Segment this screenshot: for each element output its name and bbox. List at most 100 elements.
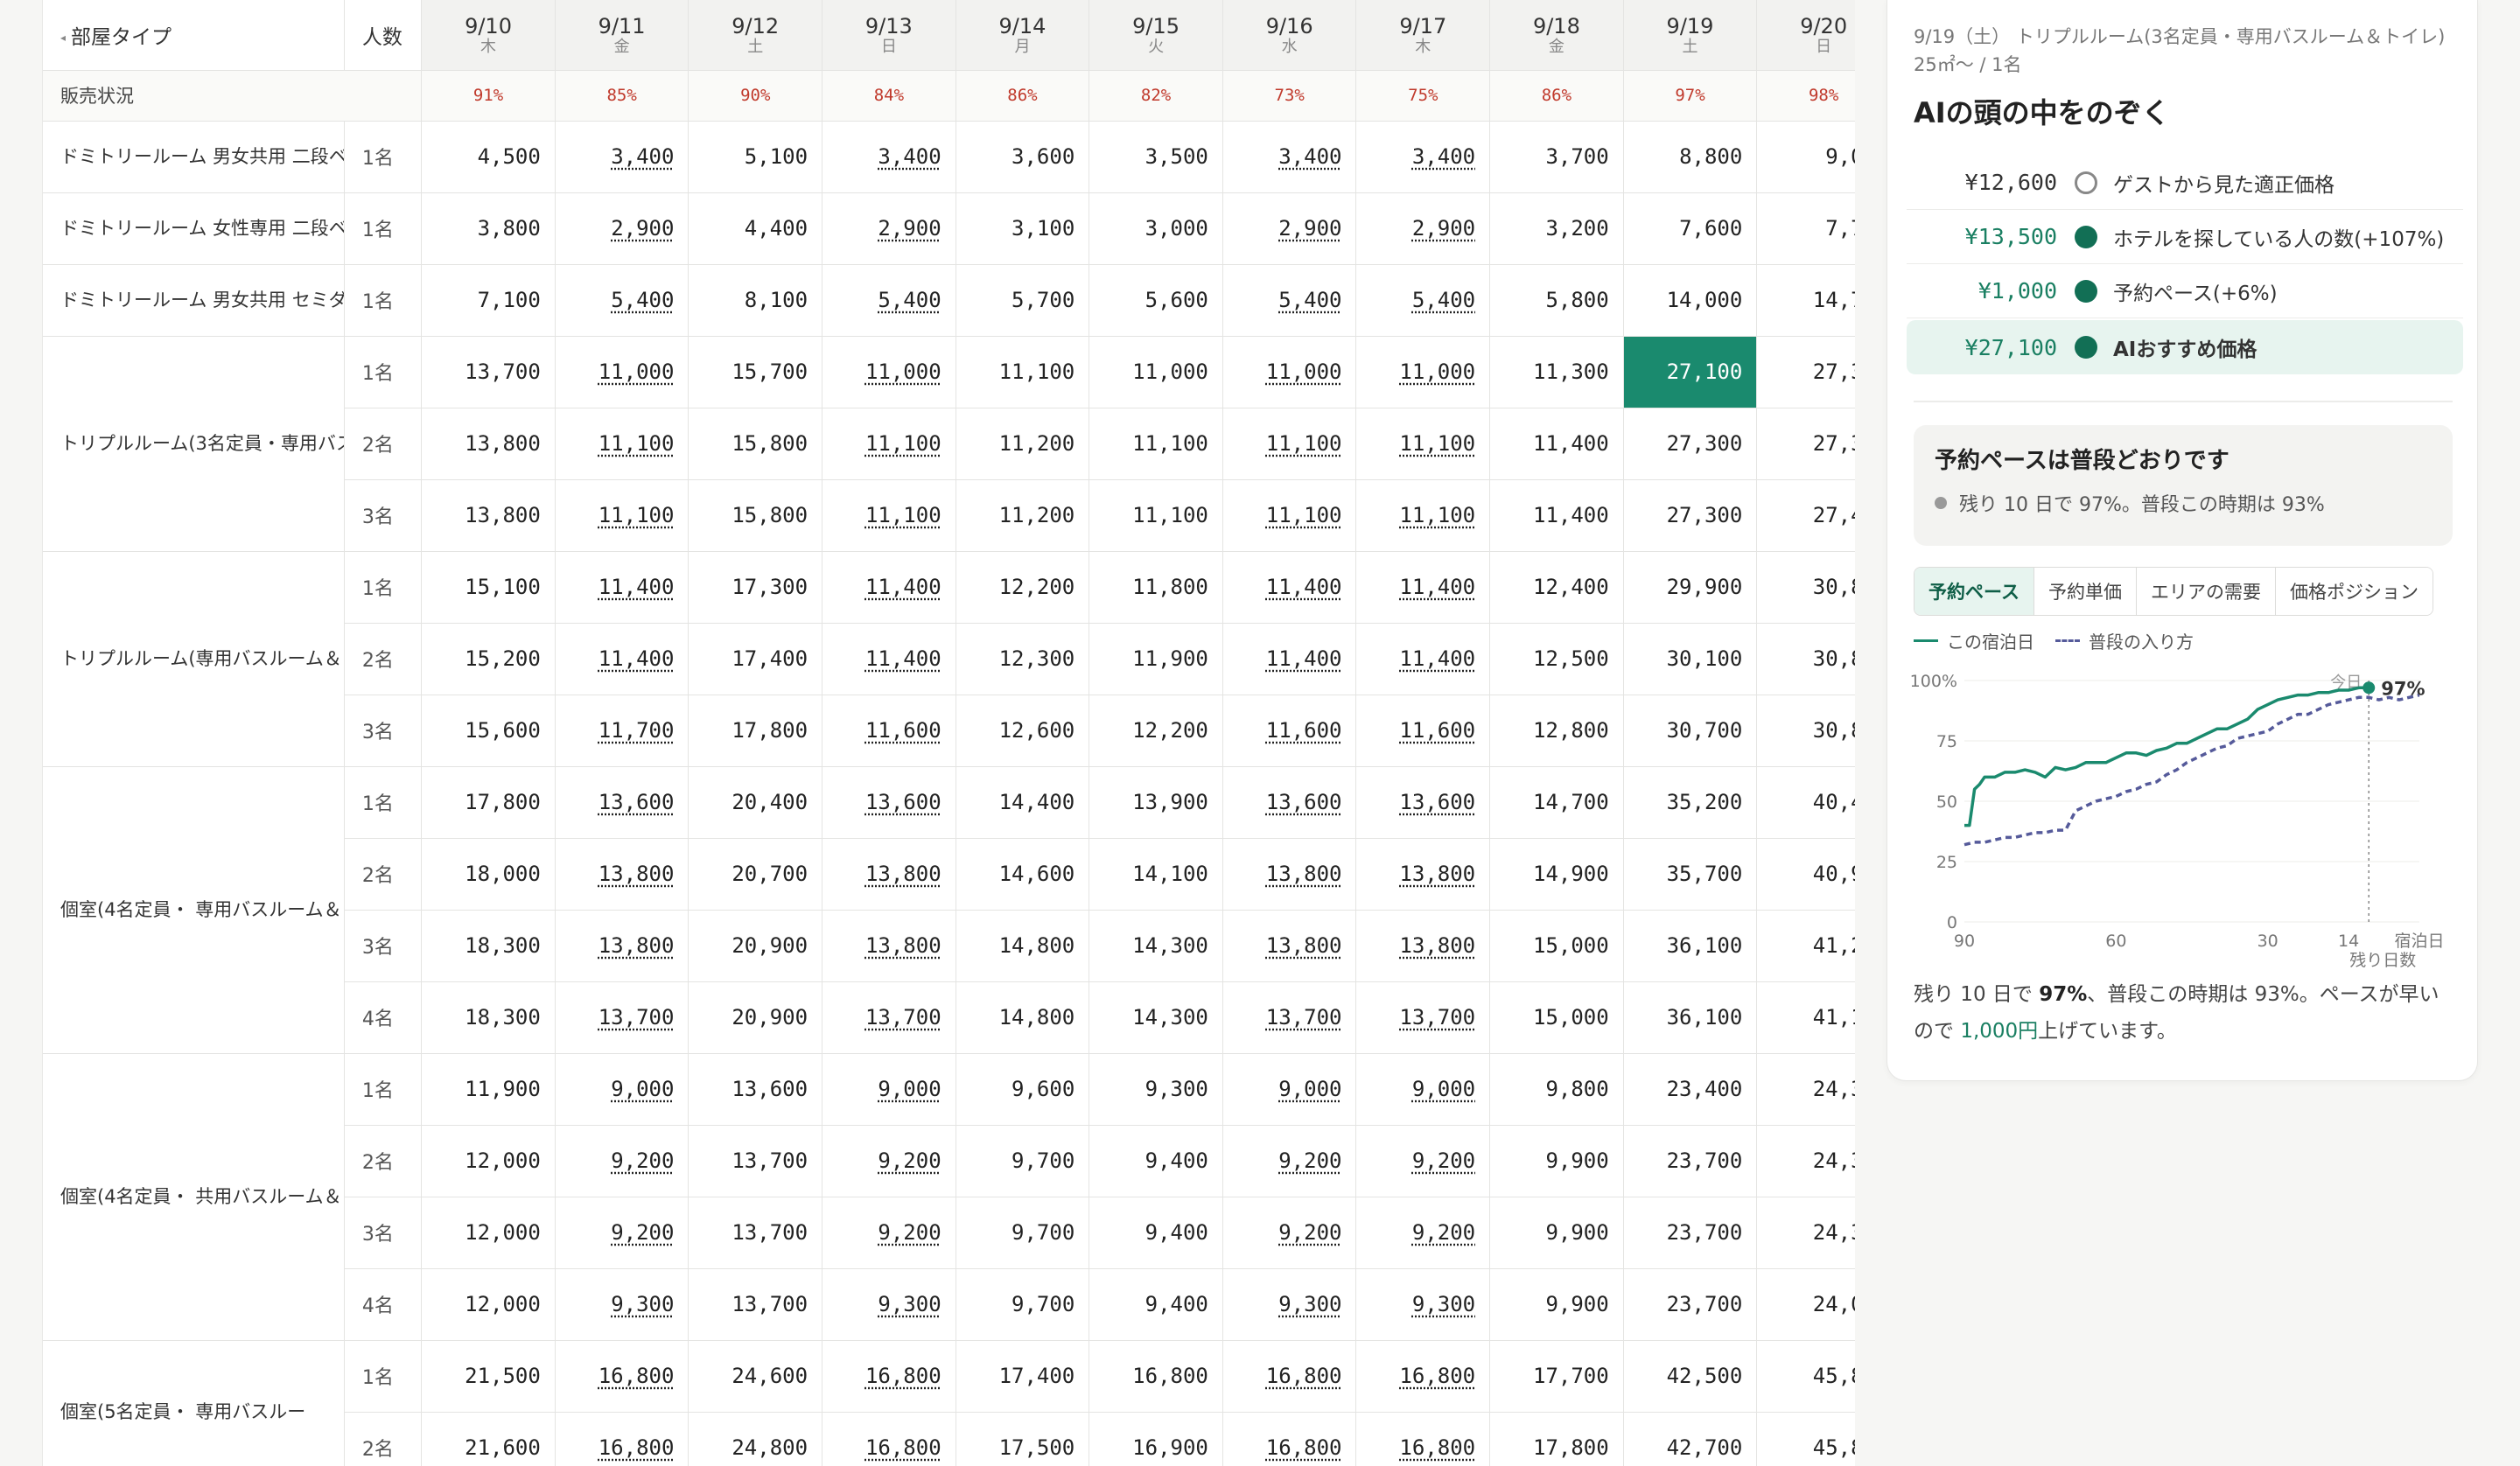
price-cell[interactable]: 24,30: [1756, 1125, 1855, 1197]
price-cell[interactable]: 9,600: [956, 1053, 1090, 1126]
price-cell[interactable]: 11,100: [1355, 408, 1491, 480]
price-cell[interactable]: 17,400: [688, 623, 823, 695]
price-cell[interactable]: 13,800: [1355, 910, 1491, 982]
price-cell[interactable]: 9,300: [555, 1268, 690, 1341]
price-cell[interactable]: 18,300: [421, 981, 556, 1054]
price-cell[interactable]: 24,00: [1756, 1268, 1855, 1341]
price-cell[interactable]: 40,40: [1756, 766, 1855, 839]
date-header[interactable]: 9/13 日: [822, 0, 956, 71]
price-cell[interactable]: 7,70: [1756, 192, 1855, 265]
tab-price-position[interactable]: 価格ポジション: [2275, 568, 2432, 615]
price-cell[interactable]: 7,600: [1623, 192, 1758, 265]
room-type-header[interactable]: ◂ 部屋タイプ: [43, 0, 345, 71]
price-cell[interactable]: 16,800: [555, 1412, 690, 1466]
price-cell[interactable]: 41,20: [1756, 910, 1855, 982]
price-cell[interactable]: 9,200: [1355, 1125, 1491, 1197]
price-cell[interactable]: 16,800: [822, 1340, 956, 1413]
price-cell[interactable]: 9,200: [1222, 1125, 1357, 1197]
price-cell[interactable]: 11,400: [822, 623, 956, 695]
price-cell[interactable]: 8,100: [688, 264, 823, 337]
price-cell[interactable]: 15,100: [421, 551, 556, 624]
price-cell[interactable]: 11,600: [822, 695, 956, 767]
price-cell[interactable]: 27,300: [1623, 479, 1758, 552]
price-cell[interactable]: 15,800: [688, 479, 823, 552]
price-cell[interactable]: 9,400: [1088, 1268, 1223, 1341]
price-cell[interactable]: 27,100: [1623, 336, 1758, 408]
price-cell[interactable]: 36,100: [1623, 981, 1758, 1054]
price-cell[interactable]: 12,800: [1489, 695, 1624, 767]
price-cell[interactable]: 3,200: [1489, 192, 1624, 265]
price-cell[interactable]: 21,600: [421, 1412, 556, 1466]
price-cell[interactable]: 3,400: [1222, 121, 1357, 193]
price-cell[interactable]: 11,200: [956, 479, 1090, 552]
price-cell[interactable]: 13,700: [688, 1268, 823, 1341]
price-cell[interactable]: 13,800: [421, 408, 556, 480]
price-cell[interactable]: 13,800: [555, 838, 690, 911]
price-cell[interactable]: 9,000: [1355, 1053, 1491, 1126]
price-cell[interactable]: 18,300: [421, 910, 556, 982]
price-cell[interactable]: 17,300: [688, 551, 823, 624]
price-cell[interactable]: 13,800: [1222, 838, 1357, 911]
price-cell[interactable]: 13,800: [1355, 838, 1491, 911]
price-cell[interactable]: 14,800: [956, 981, 1090, 1054]
price-cell[interactable]: 9,00: [1756, 121, 1855, 193]
price-cell[interactable]: 3,000: [1088, 192, 1223, 265]
price-cell[interactable]: 16,800: [1222, 1340, 1357, 1413]
date-header[interactable]: 9/15 火: [1088, 0, 1223, 71]
date-header[interactable]: 9/10 木: [421, 0, 556, 71]
price-cell[interactable]: 13,600: [555, 766, 690, 839]
price-cell[interactable]: 13,800: [822, 910, 956, 982]
price-cell[interactable]: 5,400: [1355, 264, 1491, 337]
price-cell[interactable]: 11,200: [956, 408, 1090, 480]
price-cell[interactable]: 11,400: [555, 551, 690, 624]
price-cell[interactable]: 13,800: [555, 910, 690, 982]
price-cell[interactable]: 12,200: [956, 551, 1090, 624]
price-cell[interactable]: 42,700: [1623, 1412, 1758, 1466]
price-cell[interactable]: 13,800: [1222, 910, 1357, 982]
date-header[interactable]: 9/11 金: [555, 0, 690, 71]
price-cell[interactable]: 9,900: [1489, 1268, 1624, 1341]
price-cell[interactable]: 17,700: [1489, 1340, 1624, 1413]
price-cell[interactable]: 13,700: [688, 1125, 823, 1197]
price-cell[interactable]: 27,40: [1756, 479, 1855, 552]
price-cell[interactable]: 9,300: [1222, 1268, 1357, 1341]
price-cell[interactable]: 11,100: [822, 408, 956, 480]
price-cell[interactable]: 13,700: [822, 981, 956, 1054]
price-cell[interactable]: 12,300: [956, 623, 1090, 695]
price-cell[interactable]: 16,800: [822, 1412, 956, 1466]
price-cell[interactable]: 13,700: [421, 336, 556, 408]
price-cell[interactable]: 9,300: [1088, 1053, 1223, 1126]
price-cell[interactable]: 36,100: [1623, 910, 1758, 982]
price-cell[interactable]: 12,400: [1489, 551, 1624, 624]
price-cell[interactable]: 11,400: [1489, 479, 1624, 552]
price-cell[interactable]: 5,400: [555, 264, 690, 337]
price-cell[interactable]: 4,500: [421, 121, 556, 193]
price-cell[interactable]: 17,500: [956, 1412, 1090, 1466]
price-cell[interactable]: 5,400: [1222, 264, 1357, 337]
date-header[interactable]: 9/18 金: [1489, 0, 1624, 71]
price-cell[interactable]: 11,400: [555, 623, 690, 695]
price-cell[interactable]: 35,700: [1623, 838, 1758, 911]
price-cell[interactable]: 15,000: [1489, 910, 1624, 982]
price-cell[interactable]: 16,900: [1088, 1412, 1223, 1466]
price-cell[interactable]: 14,700: [1489, 766, 1624, 839]
price-cell[interactable]: 16,800: [1355, 1340, 1491, 1413]
price-cell[interactable]: 12,000: [421, 1125, 556, 1197]
price-cell[interactable]: 11,600: [1355, 695, 1491, 767]
price-cell[interactable]: 2,900: [555, 192, 690, 265]
price-cell[interactable]: 11,100: [956, 336, 1090, 408]
price-cell[interactable]: 3,700: [1489, 121, 1624, 193]
price-cell[interactable]: 15,000: [1489, 981, 1624, 1054]
price-cell[interactable]: 3,400: [822, 121, 956, 193]
price-cell[interactable]: 9,200: [1222, 1197, 1357, 1269]
price-cell[interactable]: 13,600: [1222, 766, 1357, 839]
price-cell[interactable]: 11,100: [1222, 479, 1357, 552]
price-cell[interactable]: 20,700: [688, 838, 823, 911]
price-cell[interactable]: 27,30: [1756, 336, 1855, 408]
price-cell[interactable]: 9,000: [555, 1053, 690, 1126]
price-cell[interactable]: 13,800: [822, 838, 956, 911]
price-cell[interactable]: 9,200: [555, 1125, 690, 1197]
price-cell[interactable]: 23,700: [1623, 1268, 1758, 1341]
price-cell[interactable]: 30,100: [1623, 623, 1758, 695]
price-cell[interactable]: 14,300: [1088, 981, 1223, 1054]
